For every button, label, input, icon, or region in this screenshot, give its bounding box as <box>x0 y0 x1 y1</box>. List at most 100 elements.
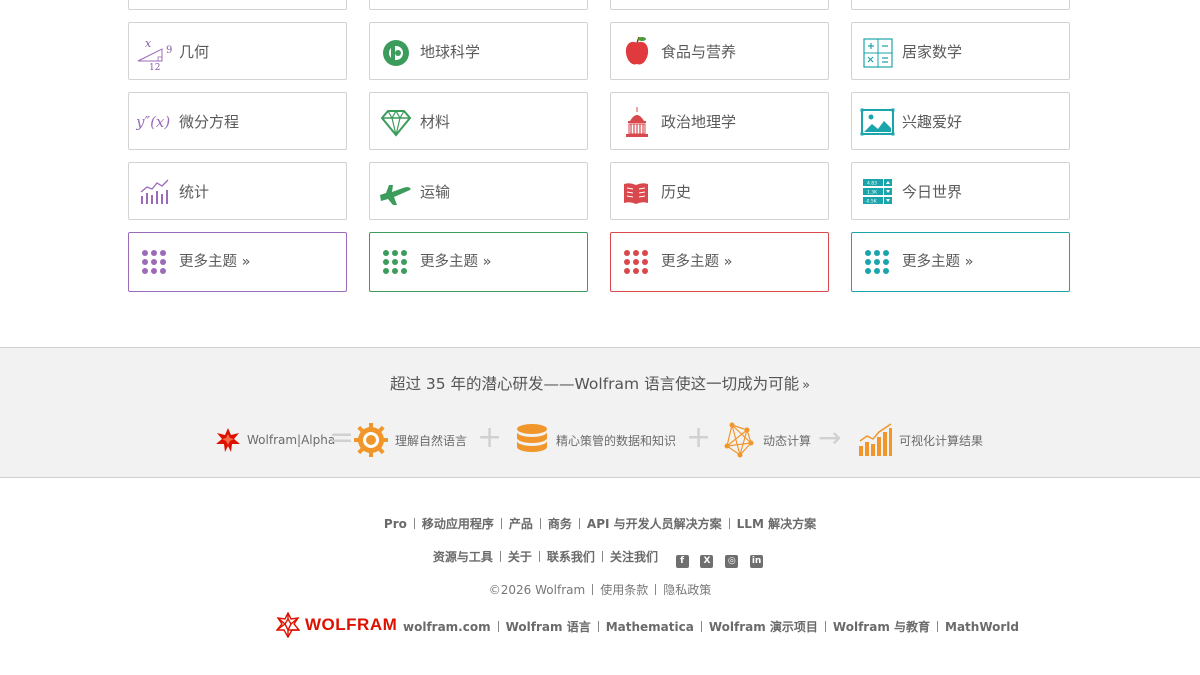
brand-wordmark: WOLFRAM <box>305 615 398 634</box>
footer-link-api[interactable]: API 与开发人员解决方案 <box>587 517 722 531</box>
separator <box>824 621 826 632</box>
footer-link-education[interactable]: Wolfram 与教育 <box>833 620 930 634</box>
svg-text:4.83: 4.83 <box>867 181 877 187</box>
topic-label: 地球科学 <box>420 43 481 61</box>
svg-text:1.3K: 1.3K <box>867 190 878 196</box>
footer-link-pro[interactable]: Pro <box>384 517 407 531</box>
apple-icon <box>625 36 649 65</box>
footer-link-mathematica[interactable]: Mathematica <box>606 620 694 634</box>
earth-science-icon <box>383 40 409 66</box>
facebook-icon[interactable]: f <box>675 555 689 568</box>
footer-link-terms[interactable]: 使用条款 <box>600 583 648 597</box>
wolfram-brand-logo[interactable]: WOLFRAM <box>276 612 397 638</box>
topic-card-history[interactable]: 历史 <box>610 162 829 220</box>
topic-label: 材料 <box>420 113 451 131</box>
topic-card-clipped[interactable] <box>369 0 588 10</box>
footer-row-legal: ©2026 Wolfram 使用条款 隐私政策 <box>0 581 1200 598</box>
stock-ticker-icon: 4.83 1.3K -0.5K <box>863 179 892 205</box>
topic-card-geometry[interactable]: x 9 12 几何 <box>128 22 347 80</box>
footer-link-llm[interactable]: LLM 解决方案 <box>737 517 816 531</box>
footer-link-contact[interactable]: 联系我们 <box>547 550 595 564</box>
topic-card-political-geography[interactable]: 政治地理学 <box>610 92 829 150</box>
differential-equation-icon: y″(x) <box>136 113 170 131</box>
footer-link-demonstrations[interactable]: Wolfram 演示项目 <box>709 620 818 634</box>
topic-label: 统计 <box>179 183 210 201</box>
separator <box>539 518 541 529</box>
more-topics-button[interactable]: 更多主题 » <box>851 232 1070 292</box>
topic-card-statistics[interactable]: 统计 <box>128 162 347 220</box>
separator <box>413 518 415 529</box>
linkedin-icon[interactable]: in <box>750 555 764 568</box>
svg-text:y″(x): y″(x) <box>136 113 170 131</box>
calculator-icon <box>863 38 893 68</box>
feature-label: 动态计算 <box>763 433 812 448</box>
topic-label: 政治地理学 <box>661 113 737 131</box>
footer-row-sites: wolfram.com Wolfram 语言 Mathematica Wolfram … <box>403 618 1019 635</box>
capitol-icon <box>626 107 648 137</box>
footer-link-mobile-apps[interactable]: 移动应用程序 <box>422 517 494 531</box>
topic-label: 食品与营养 <box>661 43 737 61</box>
book-icon <box>624 183 648 204</box>
feature-label: Wolfram|Alpha <box>247 433 336 447</box>
feature-wolfram-alpha: Wolfram|Alpha <box>215 420 335 460</box>
footer-link-wolfram-com[interactable]: wolfram.com <box>403 620 491 634</box>
topic-label: 微分方程 <box>179 113 240 131</box>
headline-arrow: » <box>802 378 811 393</box>
plus-operator: + <box>686 420 712 455</box>
feature-visualization: 可视化计算结果 <box>857 420 983 460</box>
equals-operator: = <box>329 420 355 455</box>
separator <box>578 518 580 529</box>
svg-text:-0.5K: -0.5K <box>865 199 878 205</box>
topic-card-clipped[interactable] <box>851 0 1070 10</box>
dots-grid-icon <box>624 250 648 274</box>
svg-text:12: 12 <box>149 63 160 70</box>
topic-card-clipped[interactable] <box>610 0 829 10</box>
footer-link-products[interactable]: 产品 <box>509 517 533 531</box>
topic-card-differential-equations[interactable]: y″(x) 微分方程 <box>128 92 347 150</box>
topic-label: 今日世界 <box>902 183 963 201</box>
more-topics-button[interactable]: 更多主题 » <box>610 232 829 292</box>
separator <box>592 584 594 595</box>
topic-label: 兴趣爱好 <box>902 113 963 131</box>
footer-link-resources[interactable]: 资源与工具 <box>433 550 493 564</box>
separator <box>728 518 730 529</box>
dots-grid-icon <box>383 250 407 274</box>
topic-card-hobbies[interactable]: 兴趣爱好 <box>851 92 1070 150</box>
topic-card-food-nutrition[interactable]: 食品与营养 <box>610 22 829 80</box>
statistics-chart-icon <box>140 179 169 204</box>
feature-label: 可视化计算结果 <box>899 433 984 448</box>
topic-card-home-math[interactable]: 居家数学 <box>851 22 1070 80</box>
topic-label: 几何 <box>179 43 210 61</box>
footer-link-wolfram-language[interactable]: Wolfram 语言 <box>506 620 591 634</box>
footer-follow-label: 关注我们 <box>609 550 658 564</box>
topic-card-clipped[interactable] <box>128 0 347 10</box>
topic-card-world-today[interactable]: 4.83 1.3K -0.5K 今日世界 <box>851 162 1070 220</box>
database-icon <box>517 424 547 452</box>
footer-link-business[interactable]: 商务 <box>548 517 572 531</box>
more-topics-label: 更多主题 » <box>902 254 974 270</box>
footer-link-privacy[interactable]: 隐私政策 <box>663 583 711 597</box>
technology-band: 超过 35 年的潜心研发——Wolfram 语言使这一切成为可能» Wolfra… <box>0 347 1200 478</box>
technology-headline-link[interactable]: 超过 35 年的潜心研发——Wolfram 语言使这一切成为可能» <box>0 372 1200 394</box>
gear-sun-icon <box>354 423 388 457</box>
x-twitter-icon[interactable]: X <box>700 555 714 568</box>
footer-link-mathworld[interactable]: MathWorld <box>945 620 1019 634</box>
diamond-icon <box>380 109 412 137</box>
separator <box>655 584 657 595</box>
dots-grid-icon <box>865 250 889 274</box>
more-topics-label: 更多主题 » <box>179 254 251 270</box>
topic-card-earth-science[interactable]: 地球科学 <box>369 22 588 80</box>
plus-operator: + <box>477 420 503 455</box>
topic-label: 居家数学 <box>902 43 963 61</box>
footer-link-about[interactable]: 关于 <box>508 550 532 564</box>
headline-text: 超过 35 年的潜心研发——Wolfram 语言使这一切成为可能 <box>389 375 800 393</box>
separator <box>601 551 603 562</box>
dots-grid-icon <box>142 250 166 274</box>
topic-card-transportation[interactable]: 运输 <box>369 162 588 220</box>
svg-text:9: 9 <box>166 45 172 56</box>
more-topics-button[interactable]: 更多主题 » <box>369 232 588 292</box>
picture-icon <box>860 108 895 136</box>
more-topics-button[interactable]: 更多主题 » <box>128 232 347 292</box>
topic-card-materials[interactable]: 材料 <box>369 92 588 150</box>
instagram-icon[interactable]: ◎ <box>725 555 739 568</box>
